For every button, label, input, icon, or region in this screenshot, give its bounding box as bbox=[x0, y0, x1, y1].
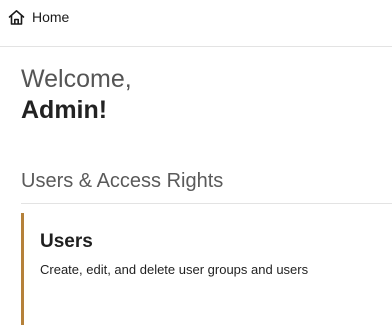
home-icon bbox=[8, 9, 25, 26]
welcome-user-name: Admin! bbox=[21, 96, 108, 124]
home-link[interactable]: Home bbox=[8, 7, 69, 27]
users-card[interactable]: Users Create, edit, and delete user grou… bbox=[21, 213, 392, 325]
card-title: Users bbox=[40, 231, 93, 252]
section-divider bbox=[21, 203, 392, 204]
section-title: Users & Access Rights bbox=[21, 170, 224, 192]
top-bar: Home bbox=[0, 0, 392, 47]
card-description: Create, edit, and delete user groups and… bbox=[40, 262, 309, 277]
home-label: Home bbox=[32, 9, 70, 25]
welcome-greeting: Welcome, bbox=[21, 65, 132, 93]
